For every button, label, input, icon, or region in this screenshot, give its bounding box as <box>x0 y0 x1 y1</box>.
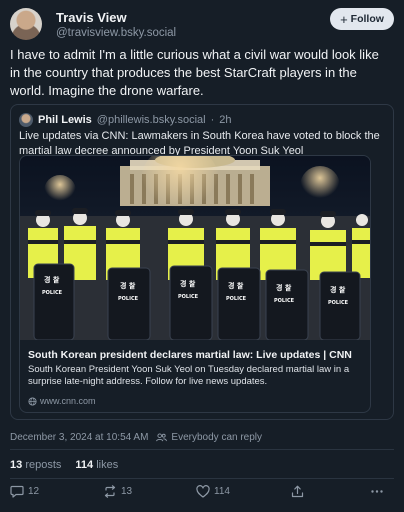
svg-text:POLICE: POLICE <box>328 300 349 306</box>
post-timestamp: December 3, 2024 at 10:54 AM <box>10 432 149 443</box>
reply-icon <box>10 485 24 498</box>
share-icon <box>291 485 304 498</box>
plus-icon: + <box>340 11 348 27</box>
like-count: 114 <box>214 486 230 497</box>
link-preview-image: 경 찰 POLICE 경 찰 POLICE 경 찰 POLICE 경 찰 POL… <box>20 156 370 340</box>
repost-count: 13 <box>121 486 133 497</box>
like-button[interactable]: 114 <box>196 485 230 498</box>
post-actions: 12 13 114 <box>10 485 390 503</box>
people-icon <box>156 433 168 442</box>
reposts-stat[interactable]: 13 reposts <box>10 459 61 471</box>
reply-setting[interactable]: Everybody can reply <box>171 432 262 443</box>
follow-button[interactable]: + Follow <box>330 8 394 30</box>
reply-button[interactable]: 12 <box>10 485 39 498</box>
link-preview-domain: www.cnn.com <box>28 396 96 406</box>
more-options-button[interactable] <box>370 485 384 498</box>
post-meta: December 3, 2024 at 10:54 AM Everybody c… <box>10 432 262 443</box>
author-name[interactable]: Travis View <box>56 10 127 25</box>
follow-label: Follow <box>350 13 384 25</box>
image-text-police: POLICE <box>42 290 63 296</box>
svg-text:경 찰: 경 찰 <box>276 283 292 292</box>
svg-text:경 찰: 경 찰 <box>120 281 136 290</box>
reply-count: 12 <box>28 486 40 497</box>
repost-button[interactable]: 13 <box>103 485 132 498</box>
divider <box>10 478 394 479</box>
globe-icon <box>28 396 37 406</box>
post-text: I have to admit I'm a little curious wha… <box>10 47 379 98</box>
svg-text:경 찰: 경 찰 <box>180 279 196 288</box>
likes-stat[interactable]: 114 likes <box>75 459 118 471</box>
post-thread: Travis View @travisview.bsky.social + Fo… <box>0 0 404 512</box>
quoted-separator: · <box>210 114 215 126</box>
link-domain-text: www.cnn.com <box>40 396 96 406</box>
author-avatar[interactable] <box>10 8 42 40</box>
post-header: Travis View @travisview.bsky.social + Fo… <box>10 8 394 42</box>
link-preview-title: South Korean president declares martial … <box>28 349 352 361</box>
quoted-post-age: 2h <box>219 114 232 126</box>
divider <box>10 449 394 450</box>
more-icon <box>371 490 383 493</box>
quoted-author-avatar[interactable] <box>19 113 33 127</box>
svg-text:POLICE: POLICE <box>178 294 199 300</box>
repost-icon <box>104 485 116 498</box>
svg-text:POLICE: POLICE <box>118 296 139 302</box>
link-preview-card[interactable]: 경 찰 POLICE 경 찰 POLICE 경 찰 POLICE 경 찰 POL… <box>19 155 371 413</box>
image-text-korean: 경 찰 <box>44 275 60 284</box>
author-handle[interactable]: @travisview.bsky.social <box>56 27 176 39</box>
quoted-post-header: Phil Lewis @phillewis.bsky.social · 2h <box>19 112 232 128</box>
svg-text:POLICE: POLICE <box>274 298 295 304</box>
svg-text:경 찰: 경 찰 <box>330 285 346 294</box>
share-button[interactable] <box>291 485 304 498</box>
post-stats: 13 reposts 114 likes <box>10 459 118 471</box>
svg-text:경 찰: 경 찰 <box>228 281 244 290</box>
heart-icon <box>196 485 210 498</box>
link-preview-description: South Korean President Yoon Suk Yeol on … <box>28 364 350 387</box>
quoted-post[interactable]: Phil Lewis @phillewis.bsky.social · 2h L… <box>10 104 394 420</box>
svg-text:POLICE: POLICE <box>226 296 247 302</box>
quoted-author-handle[interactable]: @phillewis.bsky.social <box>97 114 206 126</box>
quoted-author-name[interactable]: Phil Lewis <box>38 114 92 126</box>
